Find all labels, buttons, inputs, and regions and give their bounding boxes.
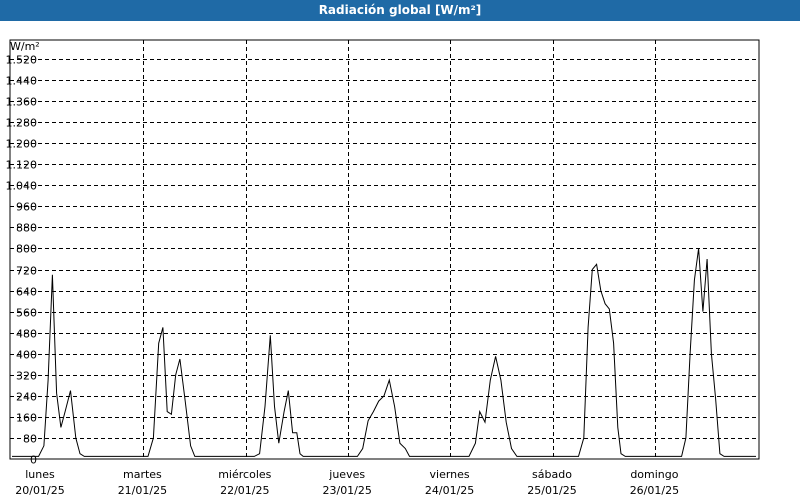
y-tick-label: 1.200 — [6, 138, 38, 151]
y-tick-label: 560 — [16, 307, 37, 320]
y-tick-label: 160 — [16, 412, 37, 425]
y-tick-label: 1.040 — [6, 180, 38, 193]
x-tick-date-label: 23/01/25 — [322, 484, 371, 497]
x-tick-day-label: jueves — [328, 468, 365, 481]
x-tick-day-label: lunes — [25, 468, 55, 481]
y-tick-label: 0 — [30, 454, 37, 467]
y-tick-label: 1.120 — [6, 159, 38, 172]
x-tick-date-label: 22/01/25 — [220, 484, 269, 497]
x-tick-date-label: 26/01/25 — [630, 484, 679, 497]
x-tick-labels: lunes 20/01/25 martes 21/01/25 miércoles 22/0… — [15, 468, 679, 497]
x-tick-date-label: 20/01/25 — [15, 484, 64, 497]
y-axis-unit-label: W/m² — [10, 40, 40, 53]
y-tick-label: 80 — [23, 433, 37, 446]
x-tick-date-label: 24/01/25 — [425, 484, 474, 497]
y-tick-label: 1.360 — [6, 96, 38, 109]
x-tick-day-label: sábado — [532, 468, 572, 481]
y-tick-label: 880 — [16, 222, 37, 235]
radiation-chart: 0 80 160 240 320 400 480 560 640 720 800 880 960 1.04… — [6, 39, 760, 497]
y-tick-label: 720 — [16, 265, 37, 278]
y-tick-label: 320 — [16, 370, 37, 383]
x-tick-day-label: domingo — [630, 468, 678, 481]
y-tick-label: 800 — [16, 243, 37, 256]
y-tick-label: 640 — [16, 286, 37, 299]
x-tick-day-label: miércoles — [218, 468, 271, 481]
y-tick-label: 1.520 — [6, 54, 38, 67]
y-tick-label: 960 — [16, 201, 37, 214]
y-tick-label: 1.280 — [6, 117, 38, 130]
x-tick-day-label: martes — [123, 468, 162, 481]
y-tick-label: 1.440 — [6, 75, 38, 88]
y-tick-label: 480 — [16, 328, 37, 341]
x-tick-day-label: viernes — [430, 468, 470, 481]
y-tick-label: 400 — [16, 349, 37, 362]
y-tick-label: 240 — [16, 391, 37, 404]
x-tick-date-label: 21/01/25 — [118, 484, 167, 497]
x-tick-date-label: 25/01/25 — [527, 484, 576, 497]
